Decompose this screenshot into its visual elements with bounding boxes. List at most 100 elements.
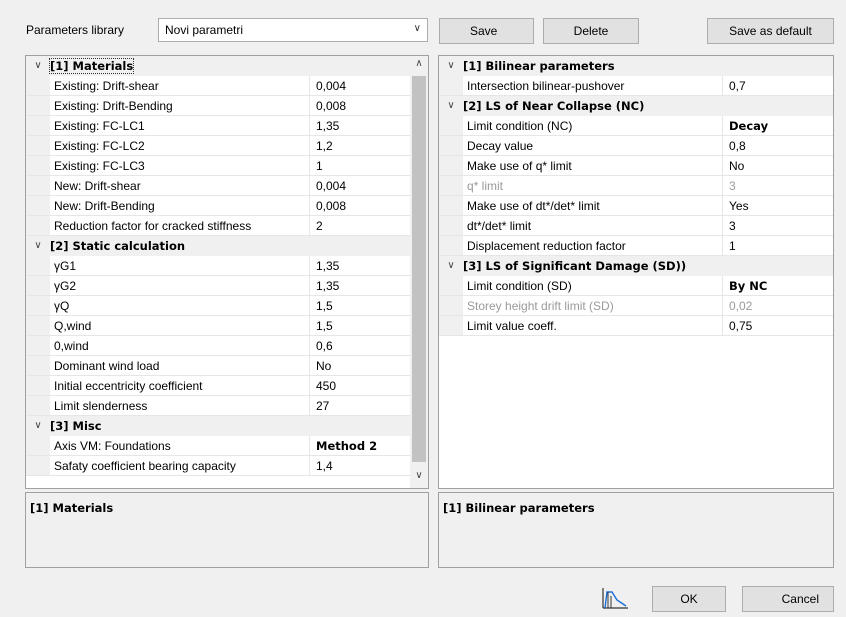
property-name: Make use of q* limit <box>463 156 723 175</box>
scroll-up-icon[interactable]: ∧ <box>410 58 428 69</box>
property-row[interactable]: Make use of dt*/det* limit Yes <box>439 196 833 216</box>
property-row[interactable]: Q,wind 1,5 <box>26 316 410 336</box>
property-row[interactable]: Dominant wind load No <box>26 356 410 376</box>
property-value[interactable]: 1,2 <box>310 136 410 155</box>
property-value[interactable]: 2 <box>310 216 410 235</box>
property-value[interactable]: 0,8 <box>723 136 833 155</box>
property-row[interactable]: γG1 1,35 <box>26 256 410 276</box>
property-row[interactable]: dt*/det* limit 3 <box>439 216 833 236</box>
property-value[interactable]: Decay <box>723 116 833 135</box>
property-row[interactable]: Existing: FC-LC2 1,2 <box>26 136 410 156</box>
property-value[interactable]: 0,008 <box>310 196 410 215</box>
property-row[interactable]: Decay value 0,8 <box>439 136 833 156</box>
property-value[interactable]: Yes <box>723 196 833 215</box>
property-row[interactable]: Limit condition (NC) Decay <box>439 116 833 136</box>
ok-button[interactable]: OK <box>652 586 726 612</box>
property-value[interactable]: Method 2 <box>310 436 410 455</box>
property-value[interactable]: 0,75 <box>723 316 833 335</box>
chevron-down-icon[interactable]: ∨ <box>439 60 463 71</box>
chevron-down-icon[interactable]: ∨ <box>26 240 50 251</box>
property-row[interactable]: Intersection bilinear-pushover 0,7 <box>439 76 833 96</box>
property-value[interactable]: 1,35 <box>310 256 410 275</box>
property-value[interactable]: 27 <box>310 396 410 415</box>
cancel-button[interactable]: Cancel <box>742 586 834 612</box>
property-row[interactable]: Limit condition (SD) By NC <box>439 276 833 296</box>
property-row[interactable]: Existing: FC-LC3 1 <box>26 156 410 176</box>
save-button[interactable]: Save <box>439 18 534 44</box>
property-value[interactable]: 1,35 <box>310 276 410 295</box>
property-row[interactable]: Existing: FC-LC1 1,35 <box>26 116 410 136</box>
property-value[interactable]: 1 <box>310 156 410 175</box>
property-name: Existing: Drift-Bending <box>50 96 310 115</box>
property-name: Safaty coefficient bearing capacity <box>50 456 310 475</box>
chevron-down-icon[interactable]: ∨ <box>439 260 463 271</box>
chevron-down-icon[interactable]: ∨ <box>414 23 421 34</box>
property-value[interactable]: 450 <box>310 376 410 395</box>
scroll-down-icon[interactable]: ∨ <box>410 470 428 481</box>
property-row[interactable]: Safaty coefficient bearing capacity 1,4 <box>26 456 410 476</box>
property-row[interactable]: Make use of q* limit No <box>439 156 833 176</box>
category-row[interactable]: ∨ [3] LS of Significant Damage (SD)) <box>439 256 833 276</box>
property-name: Limit value coeff. <box>463 316 723 335</box>
parameters-library-dropdown[interactable]: Novi parametri ∨ <box>158 18 428 42</box>
chevron-down-icon[interactable]: ∨ <box>26 420 50 431</box>
vertical-scrollbar[interactable]: ∧ ∨ <box>410 56 428 488</box>
right-grid-rows: ∨ [1] Bilinear parameters Intersection b… <box>439 56 833 336</box>
property-value[interactable]: No <box>723 156 833 175</box>
property-value[interactable]: 1,35 <box>310 116 410 135</box>
property-row[interactable]: γQ 1,5 <box>26 296 410 316</box>
right-description-title: [1] Bilinear parameters <box>443 501 595 515</box>
property-row[interactable]: Existing: Drift-shear 0,004 <box>26 76 410 96</box>
property-row[interactable]: Displacement reduction factor 1 <box>439 236 833 256</box>
delete-button[interactable]: Delete <box>543 18 639 44</box>
property-row[interactable]: Limit slenderness 27 <box>26 396 410 416</box>
chevron-down-icon[interactable]: ∨ <box>26 60 50 71</box>
property-name: 0,wind <box>50 336 310 355</box>
property-value[interactable]: 0,004 <box>310 76 410 95</box>
property-value[interactable]: No <box>310 356 410 375</box>
property-row[interactable]: γG2 1,35 <box>26 276 410 296</box>
property-row[interactable]: Limit value coeff. 0,75 <box>439 316 833 336</box>
category-title: [1] Materials <box>48 57 135 74</box>
property-value[interactable]: 0,008 <box>310 96 410 115</box>
property-value[interactable]: 0,7 <box>723 76 833 95</box>
category-row[interactable]: ∨ [1] Materials <box>26 56 410 76</box>
property-name: γQ <box>50 296 310 315</box>
scrollbar-thumb[interactable] <box>412 76 426 462</box>
chevron-down-icon[interactable]: ∨ <box>439 100 463 111</box>
category-row[interactable]: ∨ [2] Static calculation <box>26 236 410 256</box>
category-title: [2] Static calculation <box>50 238 186 253</box>
property-value[interactable]: 3 <box>723 216 833 235</box>
property-name: Existing: Drift-shear <box>50 76 310 95</box>
save-as-default-button[interactable]: Save as default <box>707 18 834 44</box>
left-property-grid[interactable]: ∨ [1] Materials Existing: Drift-shear 0,0… <box>25 55 429 489</box>
property-row[interactable]: New: Drift-shear 0,004 <box>26 176 410 196</box>
property-value[interactable]: 0,6 <box>310 336 410 355</box>
right-property-grid[interactable]: ∨ [1] Bilinear parameters Intersection b… <box>438 55 834 489</box>
property-value[interactable]: 1,4 <box>310 456 410 475</box>
category-row[interactable]: ∨ [1] Bilinear parameters <box>439 56 833 76</box>
property-value[interactable]: By NC <box>723 276 833 295</box>
property-value[interactable]: 0,004 <box>310 176 410 195</box>
property-row-disabled: Storey height drift limit (SD) 0,02 <box>439 296 833 316</box>
left-grid-rows: ∨ [1] Materials Existing: Drift-shear 0,0… <box>26 56 410 476</box>
left-description-title: [1] Materials <box>30 501 114 515</box>
property-name: Existing: FC-LC3 <box>50 156 310 175</box>
property-row[interactable]: New: Drift-Bending 0,008 <box>26 196 410 216</box>
category-title: [3] Misc <box>50 418 102 433</box>
property-row[interactable]: Reduction factor for cracked stiffness 2 <box>26 216 410 236</box>
property-row[interactable]: Existing: Drift-Bending 0,008 <box>26 96 410 116</box>
category-row[interactable]: ∨ [3] Misc <box>26 416 410 436</box>
pushover-curve-icon[interactable] <box>600 586 630 610</box>
property-name: Storey height drift limit (SD) <box>463 296 723 315</box>
property-name: dt*/det* limit <box>463 216 723 235</box>
property-value[interactable]: 1,5 <box>310 296 410 315</box>
property-name: Displacement reduction factor <box>463 236 723 255</box>
property-value[interactable]: 1 <box>723 236 833 255</box>
property-name: Existing: FC-LC1 <box>50 116 310 135</box>
property-row[interactable]: 0,wind 0,6 <box>26 336 410 356</box>
property-row[interactable]: Axis VM: Foundations Method 2 <box>26 436 410 456</box>
property-value[interactable]: 1,5 <box>310 316 410 335</box>
property-row[interactable]: Initial eccentricity coefficient 450 <box>26 376 410 396</box>
category-row[interactable]: ∨ [2] LS of Near Collapse (NC) <box>439 96 833 116</box>
